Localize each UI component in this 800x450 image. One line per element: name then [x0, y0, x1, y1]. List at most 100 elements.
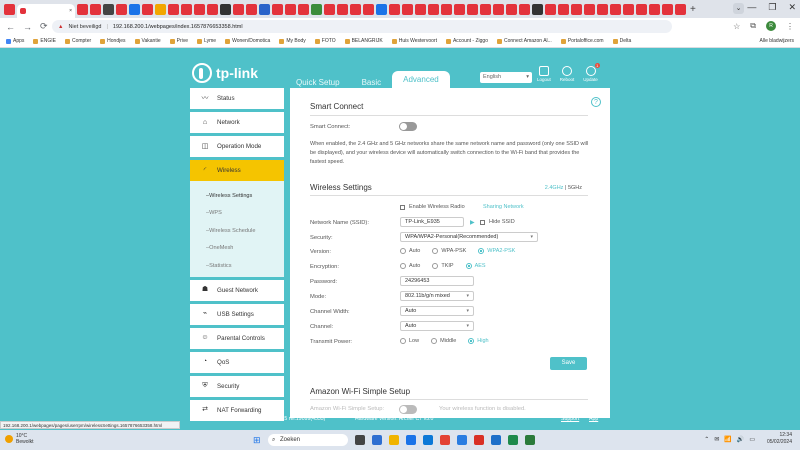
help-icon[interactable]: ? [591, 97, 601, 107]
url-field[interactable]: ▲ Niet beveiligd | 192.168.200.1/webpage… [52, 20, 672, 33]
submenu-item[interactable]: – WPS [190, 205, 284, 223]
browser-tab-icon[interactable] [363, 3, 374, 15]
sidebar-item-usb-settings[interactable]: ⌁ USB Settings [190, 303, 284, 325]
browser-tab-icon[interactable] [233, 3, 244, 15]
submenu-item[interactable]: – Wireless Settings [190, 187, 284, 205]
tray-icon[interactable]: 🔊 [737, 436, 744, 443]
browser-tab-icon[interactable] [467, 3, 478, 15]
submenu-item[interactable]: – Statistics [190, 257, 284, 275]
bookmark-item[interactable]: Prive [169, 38, 188, 44]
browser-tab-icon[interactable] [285, 3, 296, 15]
bookmark-item[interactable]: Portaloffice.com [560, 38, 604, 44]
update-button[interactable]: 1 Update [583, 63, 600, 82]
taskbar-app-icon[interactable] [406, 435, 416, 445]
submenu-item[interactable]: – OneMesh [190, 240, 284, 258]
save-button[interactable]: Save [550, 357, 587, 370]
tab-close-icon[interactable]: × [69, 8, 72, 14]
tray-icon[interactable]: ▭ [749, 436, 755, 443]
bookmark-item[interactable]: Connect Amazon Al... [497, 38, 552, 44]
taskbar-app-icon[interactable] [491, 435, 501, 445]
version-wpa2-psk-radio[interactable]: WPA2-PSK [478, 248, 515, 254]
browser-tab-icon[interactable] [532, 3, 543, 15]
browser-tab-icon[interactable] [558, 3, 569, 15]
smart-connect-toggle[interactable] [399, 122, 417, 131]
language-select[interactable]: English ▾ [480, 72, 532, 83]
browser-tab-icon[interactable] [246, 3, 257, 15]
browser-tab-icon[interactable] [324, 3, 335, 15]
taskbar-app-icon[interactable] [474, 435, 484, 445]
reboot-button[interactable]: Reboot [560, 66, 574, 82]
encryption-auto-radio[interactable]: Auto [400, 263, 420, 269]
tray-icon[interactable]: ⌃ [704, 436, 709, 443]
bookmark-item[interactable]: Vakantie [134, 38, 161, 44]
tray-icon[interactable]: ✉ [714, 436, 719, 443]
browser-tab-icon[interactable] [129, 3, 140, 15]
browser-tab-icon[interactable] [194, 3, 205, 15]
encryption-tkip-radio[interactable]: TKIP [432, 263, 454, 269]
logout-button[interactable]: Logout [537, 66, 551, 82]
sharing-network-link[interactable]: Sharing Network [483, 204, 524, 210]
browser-tab-icon[interactable] [623, 3, 634, 15]
profile-avatar[interactable]: R [766, 21, 776, 31]
bookmark-item[interactable]: FOTO [314, 38, 336, 44]
browser-tab-icon[interactable] [428, 3, 439, 15]
browser-tab-icon[interactable] [402, 3, 413, 15]
tab-search-icon[interactable]: ⌄ [733, 3, 744, 14]
bookmark-star-icon[interactable]: ☆ [733, 22, 740, 31]
browser-tab-icon[interactable] [311, 3, 322, 15]
hide-ssid-checkbox[interactable]: Hide SSID [480, 219, 515, 225]
browser-menu-icon[interactable]: ⋮ [786, 22, 794, 31]
browser-tab-icon[interactable] [571, 3, 582, 15]
submenu-item[interactable]: – Wireless Schedule [190, 222, 284, 240]
password-input[interactable]: 24296453 [400, 276, 474, 286]
support-link[interactable]: Support [561, 416, 579, 422]
new-tab-icon[interactable]: + [690, 4, 696, 15]
taskbar-search[interactable]: ⌕ Zoeken [268, 434, 348, 446]
amazon-setup-toggle[interactable] [399, 405, 417, 414]
band-5ghz-link[interactable]: 5GHz [568, 185, 582, 191]
encryption-aes-radio[interactable]: AES [465, 263, 486, 269]
browser-tab-active[interactable]: × [17, 4, 75, 18]
taskbar-app-icon[interactable] [440, 435, 450, 445]
browser-tab-icon[interactable] [90, 3, 101, 15]
sidebar-item-wireless[interactable]: ◜ Wireless [190, 160, 284, 181]
ssid-input[interactable]: TP-Link_E935 [400, 217, 464, 227]
browser-tab-icon[interactable] [649, 3, 660, 15]
browser-tab-icon[interactable] [272, 3, 283, 15]
browser-tab-icon[interactable] [350, 3, 361, 15]
bookmark-item[interactable]: Lyme [197, 38, 216, 44]
browser-tab-icon[interactable] [454, 3, 465, 15]
browser-tab-icon[interactable] [116, 3, 127, 15]
forward-icon[interactable]: → [23, 22, 32, 32]
browser-tab-icon[interactable] [207, 3, 218, 15]
bookmark-item[interactable]: Wonen/Domotica [225, 38, 270, 44]
browser-tab-icon[interactable] [155, 3, 166, 15]
bookmark-item[interactable]: Account - Ziggo [445, 38, 488, 44]
sidebar-item-security[interactable]: ⛨ Security [190, 375, 284, 397]
browser-tab-icon[interactable] [493, 3, 504, 15]
all-bookmarks-link[interactable]: Alle bladwijzers [760, 38, 794, 44]
clock[interactable]: 12:34 05/02/2024 [767, 432, 792, 446]
browser-tab-icon[interactable] [584, 3, 595, 15]
back-icon[interactable]: ← [6, 22, 15, 32]
app-link[interactable]: App [589, 416, 598, 422]
sidebar-item-operation-mode[interactable]: ◫ Operation Mode [190, 136, 284, 157]
browser-tab-icon[interactable] [662, 3, 673, 15]
taskbar-app-icon[interactable] [508, 435, 518, 445]
taskbar-app-icon[interactable] [457, 435, 467, 445]
weather-widget[interactable]: 10°C Bewolkt [5, 433, 34, 445]
browser-tab-icon[interactable] [415, 3, 426, 15]
sidebar-item-qos[interactable]: ◔ QoS [190, 351, 284, 373]
reload-icon[interactable]: ⟳ [40, 21, 48, 32]
version-wpa-psk-radio[interactable]: WPA-PSK [432, 248, 466, 254]
enable-radio-checkbox[interactable]: Enable Wireless Radio [400, 204, 465, 210]
taskbar-app-icon[interactable] [423, 435, 433, 445]
security-label[interactable]: Niet beveiligd [68, 24, 101, 30]
browser-tab-icon[interactable] [298, 3, 309, 15]
browser-tab-icon[interactable] [168, 3, 179, 15]
bookmark-item[interactable]: BELANGRIJK [344, 38, 383, 44]
bookmark-item[interactable]: My Body [279, 38, 306, 44]
browser-tab-icon[interactable] [337, 3, 348, 15]
bookmark-item[interactable]: ENGIE [33, 38, 56, 44]
browser-tab-icon[interactable] [597, 3, 608, 15]
